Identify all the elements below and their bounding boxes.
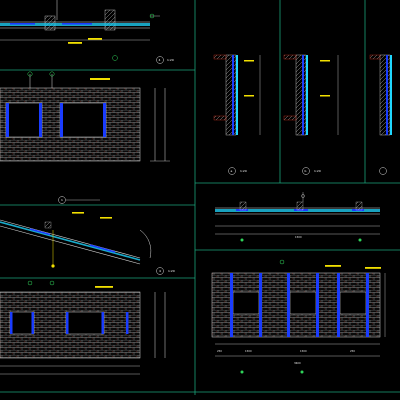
sloped-section: 4 1:20 <box>0 212 175 275</box>
scale-tag: 1:20 <box>168 269 175 273</box>
vertical-detail-a: a 1:20 <box>213 54 261 175</box>
marker-b: b <box>305 169 307 173</box>
svg-text:4: 4 <box>159 58 161 62</box>
dim-total: 1500 <box>295 235 302 239</box>
scale-tag: 1:20 <box>314 169 321 173</box>
marker-a: a <box>231 169 233 173</box>
scale-tag: 1:20 <box>240 169 247 173</box>
dim-label: 250 <box>350 349 355 353</box>
scale-tag: 1:20 <box>167 58 174 62</box>
wall-elevation-2 <box>0 280 166 375</box>
dim-label: 1500 <box>245 349 252 353</box>
horizontal-detail: 1500 <box>215 192 380 242</box>
dim-total: 3600 <box>294 361 301 365</box>
marker-1: 1 <box>61 198 63 202</box>
vertical-detail-c <box>369 54 392 175</box>
cad-drawing-sheet: 4 1:20 1 4 1:20 a 1:20 b 1:20 1500 250 1… <box>0 0 400 395</box>
dim-label: 1500 <box>300 349 307 353</box>
vertical-detail-b: b 1:20 <box>283 54 339 175</box>
wall-elevation-1: 1 <box>0 71 170 204</box>
top-left-partial-section: 4 1:20 <box>0 0 174 64</box>
marker-4: 4 <box>159 269 161 273</box>
dim-label: 250 <box>217 349 222 353</box>
wall-elevation-3: 250 1500 1500 250 3600 <box>211 259 386 374</box>
